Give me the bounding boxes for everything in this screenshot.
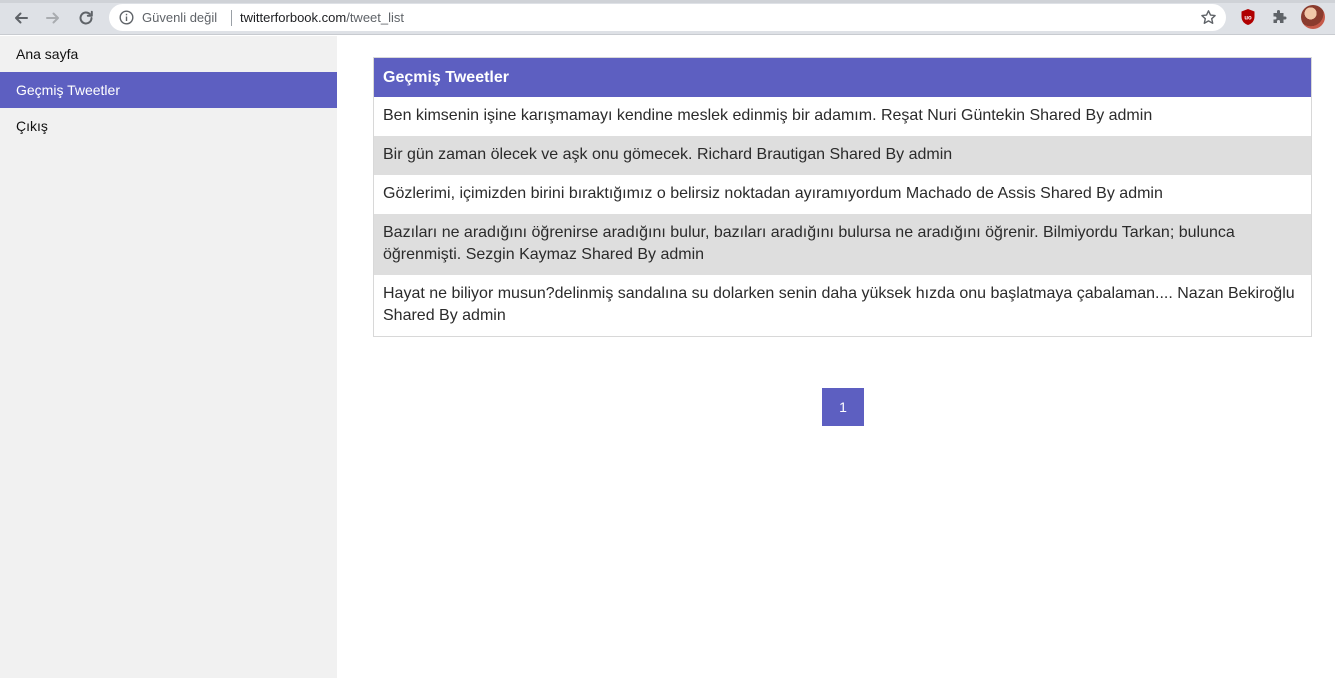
table-row: Bir gün zaman ölecek ve aşk onu gömecek.… [374, 136, 1311, 175]
svg-text:uo: uo [1244, 16, 1252, 22]
ublock-icon[interactable]: uo [1240, 8, 1256, 26]
table-row: Bazıları ne aradığını öğrenirse aradığın… [374, 214, 1311, 275]
sidebar-item-past-tweets[interactable]: Geçmiş Tweetler [0, 72, 337, 108]
tweet-list: Ben kimsenin işine karışmamayı kendine m… [374, 97, 1311, 336]
browser-toolbar: Güvenli değil twitterforbook.com/tweet_l… [0, 0, 1335, 35]
pagination: 1 [822, 388, 864, 426]
info-icon[interactable] [119, 10, 134, 25]
profile-avatar[interactable] [1301, 5, 1325, 29]
forward-icon[interactable] [43, 8, 63, 28]
omnibox-divider [231, 10, 232, 26]
url-text[interactable]: twitterforbook.com/tweet_list [240, 10, 404, 25]
reload-icon[interactable] [76, 8, 96, 28]
page-1-button[interactable]: 1 [822, 388, 864, 426]
star-icon[interactable] [1200, 9, 1217, 26]
url-path: /tweet_list [346, 10, 405, 25]
security-status[interactable]: Güvenli değil [142, 10, 217, 25]
table-title: Geçmiş Tweetler [374, 58, 1311, 97]
back-icon[interactable] [11, 8, 31, 28]
url-host: twitterforbook.com [240, 10, 347, 25]
table-row: Gözlerimi, içimizden birini bıraktığımız… [374, 175, 1311, 214]
extensions-icon[interactable] [1271, 9, 1288, 26]
sidebar: Ana sayfa Geçmiş Tweetler Çıkış [0, 36, 337, 678]
table-row: Ben kimsenin işine karışmamayı kendine m… [374, 97, 1311, 136]
tweet-table: Geçmiş Tweetler Ben kimsenin işine karış… [373, 57, 1312, 337]
tab-strip-edge [0, 0, 1335, 3]
sidebar-item-home[interactable]: Ana sayfa [0, 36, 337, 72]
sidebar-item-logout[interactable]: Çıkış [0, 108, 337, 144]
main-content: Geçmiş Tweetler Ben kimsenin işine karış… [337, 36, 1335, 678]
address-bar[interactable]: Güvenli değil twitterforbook.com/tweet_l… [109, 4, 1226, 31]
table-row: Hayat ne biliyor musun?delinmiş sandalın… [374, 275, 1311, 336]
